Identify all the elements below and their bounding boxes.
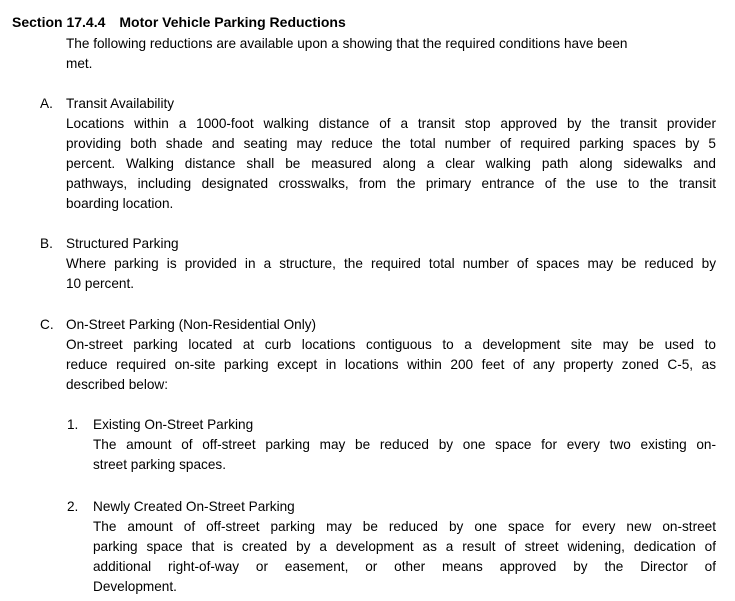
text-line: parking space that is created by a devel…: [93, 539, 716, 554]
list-item-c-title: On-Street Parking (Non-Residential Only): [66, 317, 317, 332]
list-item-c-marker: C.: [40, 317, 54, 332]
list-item-a-marker: A.: [40, 96, 53, 111]
list-item-a-title: Transit Availability: [66, 96, 175, 111]
text-line: Locations within a 1000-foot walking dis…: [66, 116, 716, 131]
text-line: Development.: [93, 579, 177, 594]
text-line: met.: [66, 56, 93, 71]
text-line: boarding location.: [66, 196, 174, 211]
text-line: described below:: [66, 377, 169, 392]
section-title: Motor Vehicle Parking Reductions: [119, 14, 346, 30]
text-line: percent. Walking distance shall be measu…: [66, 156, 716, 171]
sub-item-2-title: Newly Created On-Street Parking: [93, 499, 295, 514]
list-item-b: Structured Parking Where parking is provi…: [66, 234, 716, 294]
text-line: reduce required on-site parking except i…: [66, 357, 716, 372]
list-item-a: Transit Availability Locations within a 1…: [66, 94, 716, 214]
text-line: The amount of off-street parking may be …: [93, 519, 716, 534]
text-line: pathways, including designated crosswalk…: [66, 176, 716, 191]
text-line: Where parking is provided in a structure…: [66, 256, 716, 271]
text-line: On-street parking located at curb locati…: [66, 337, 716, 352]
text-line: 10 percent.: [66, 276, 135, 291]
intro-paragraph: The following reductions are available u…: [66, 34, 628, 74]
sub-item-1-marker: 1.: [67, 417, 79, 432]
text-line: The following reductions are available u…: [66, 36, 628, 51]
sub-item-1-title: Existing On-Street Parking: [93, 417, 254, 432]
list-item-b-marker: B.: [40, 236, 53, 251]
list-item-b-title: Structured Parking: [66, 236, 179, 251]
sub-item-1: Existing On-Street Parking The amount of …: [93, 415, 716, 475]
text-line: providing both shade and seating may red…: [66, 136, 716, 151]
section-heading: Section 17.4.4 Motor Vehicle Parking Redu…: [12, 12, 356, 32]
section-number: Section 17.4.4: [12, 14, 106, 30]
text-line: The amount of off-street parking may be …: [93, 437, 716, 452]
sub-item-2-marker: 2.: [67, 499, 79, 514]
text-line: additional right-of-way or easement, or …: [93, 559, 716, 574]
list-item-c: On-Street Parking (Non-Residential Only)…: [66, 315, 716, 395]
sub-item-2: Newly Created On-Street Parking The amoun…: [93, 497, 716, 597]
text-line: street parking spaces.: [93, 457, 226, 472]
